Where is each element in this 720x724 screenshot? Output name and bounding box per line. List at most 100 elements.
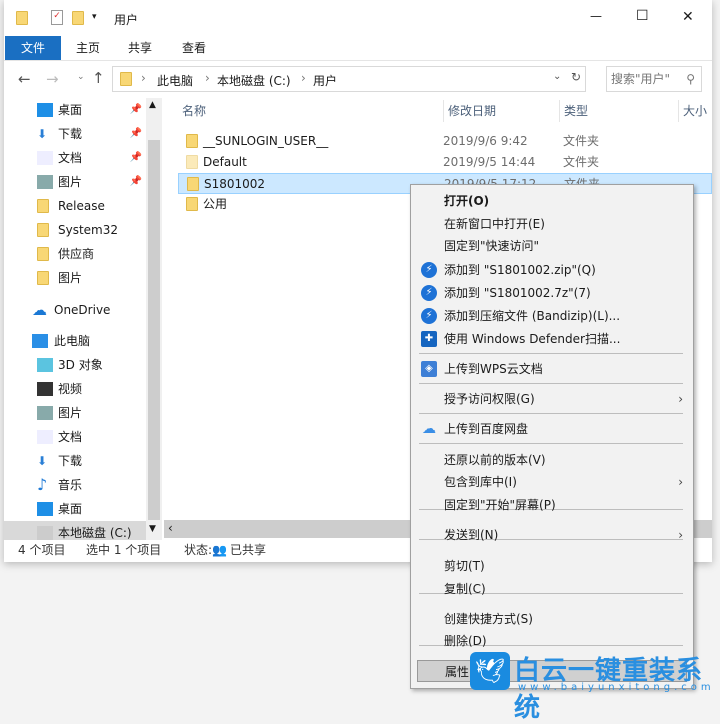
- pin-icon[interactable]: 📌: [130, 170, 142, 194]
- pin-icon[interactable]: 📌: [130, 146, 142, 170]
- menu-item-label: 使用 Windows Defender扫描...: [444, 332, 621, 346]
- menu-item[interactable]: 固定到"开始"屏幕(P): [411, 494, 693, 516]
- menu-item[interactable]: 发送到(N) ›: [411, 524, 693, 546]
- tab-share[interactable]: 共享: [120, 36, 160, 60]
- sidebar-scrollbar[interactable]: ▲ ▼: [146, 98, 162, 540]
- sidebar-item[interactable]: 视频: [4, 377, 146, 401]
- title-bar: ✓ ▾ 用户 — ☐ ✕: [4, 0, 712, 36]
- menu-item[interactable]: ⚡ 添加到 "S1801002.7z"(7): [411, 282, 693, 304]
- sidebar-item[interactable]: 本地磁盘 (C:): [4, 521, 146, 540]
- menu-item[interactable]: ⚡ 添加到 "S1801002.zip"(Q): [411, 259, 693, 281]
- file-type: 文件夹: [563, 134, 600, 148]
- back-button[interactable]: ←: [18, 70, 31, 88]
- forward-button[interactable]: →: [46, 70, 59, 88]
- sidebar-item[interactable]: 桌面: [4, 497, 146, 521]
- breadcrumb-c-drive[interactable]: 本地磁盘 (C:): [217, 72, 291, 89]
- sidebar-item[interactable]: System32: [4, 218, 146, 242]
- pictures-icon: [37, 175, 53, 189]
- sidebar-item[interactable]: 此电脑: [4, 329, 146, 353]
- properties-icon[interactable]: ✓: [51, 10, 63, 25]
- folder-icon: [37, 199, 49, 213]
- tab-file[interactable]: 文件: [5, 36, 61, 60]
- minimize-button[interactable]: —: [590, 9, 602, 23]
- desktop-icon: [37, 502, 53, 516]
- breadcrumb-separator: ›: [205, 71, 210, 85]
- menu-item[interactable]: ✚ 使用 Windows Defender扫描...: [411, 328, 693, 350]
- address-bar[interactable]: › 此电脑 › 本地磁盘 (C:) › 用户 ⌄ ↻: [112, 66, 586, 92]
- selected-count: 选中 1 个项目: [86, 543, 162, 557]
- menu-item-label: 上传到WPS云文档: [444, 362, 543, 376]
- menu-item[interactable]: 删除(D): [411, 630, 693, 652]
- menu-item-label: 添加到压缩文件 (Bandizip)(L)...: [444, 309, 621, 323]
- breadcrumb-this-pc[interactable]: 此电脑: [157, 72, 193, 89]
- menu-item[interactable]: ◈ 上传到WPS云文档: [411, 358, 693, 380]
- sidebar-item[interactable]: ☁ OneDrive: [4, 298, 146, 322]
- menu-item[interactable]: 固定到"快速访问": [411, 235, 693, 257]
- column-name[interactable]: 名称: [182, 100, 206, 122]
- column-type[interactable]: 类型: [559, 100, 588, 122]
- tab-view[interactable]: 查看: [174, 36, 214, 60]
- baidu-icon: ☁: [422, 421, 436, 437]
- scroll-down[interactable]: ▼: [149, 524, 156, 534]
- sidebar-item[interactable]: ⬇ 下载: [4, 449, 146, 473]
- sidebar-item[interactable]: 供应商: [4, 242, 146, 266]
- menu-item-label: 授予访问权限(G): [444, 392, 535, 406]
- column-date[interactable]: 修改日期: [443, 100, 496, 122]
- sidebar-item[interactable]: 3D 对象: [4, 353, 146, 377]
- pin-icon[interactable]: 📌: [130, 98, 142, 122]
- search-placeholder: 搜索"用户": [611, 72, 671, 86]
- sidebar-item[interactable]: 图片: [4, 266, 146, 290]
- file-row[interactable]: __SUNLOGIN_USER__ 2019/9/6 9:42 文件夹: [178, 131, 712, 152]
- menu-item[interactable]: 包含到库中(I) ›: [411, 471, 693, 493]
- sidebar-item[interactable]: 桌面 📌: [4, 98, 146, 122]
- customize-qat-icon[interactable]: ▾: [92, 12, 97, 22]
- sidebar-item-label: 下载: [58, 127, 83, 141]
- sidebar-item-label: 桌面: [58, 502, 83, 516]
- sidebar-item[interactable]: 图片 📌: [4, 170, 146, 194]
- sidebar-item-label: 供应商: [58, 247, 95, 261]
- sidebar-item[interactable]: 文档: [4, 425, 146, 449]
- onedrive-icon: ☁: [32, 301, 47, 319]
- scroll-left[interactable]: ‹: [168, 521, 173, 535]
- refresh-icon[interactable]: ↻: [571, 70, 581, 84]
- recent-dropdown[interactable]: ⌄: [77, 72, 85, 82]
- up-button[interactable]: ↑: [92, 69, 105, 87]
- download-icon: ⬇: [37, 127, 48, 141]
- menu-item[interactable]: 打开(O): [411, 190, 693, 212]
- menu-item[interactable]: ☁ 上传到百度网盘: [411, 418, 693, 440]
- bandizip-icon: ⚡: [421, 262, 437, 278]
- sidebar-item-label: Release: [58, 199, 105, 213]
- sidebar-item[interactable]: 文档 📌: [4, 146, 146, 170]
- scrollbar-thumb[interactable]: [148, 140, 160, 520]
- sidebar-item[interactable]: Release: [4, 194, 146, 218]
- sidebar-item[interactable]: ♪ 音乐: [4, 473, 146, 497]
- search-input[interactable]: 搜索"用户" ⚲: [606, 66, 702, 92]
- menu-item-label: 创建快捷方式(S): [444, 612, 533, 626]
- breadcrumb-users[interactable]: 用户: [313, 72, 337, 89]
- menu-item-label: 剪切(T): [444, 559, 485, 573]
- close-button[interactable]: ✕: [682, 9, 694, 25]
- folder-icon: [37, 271, 49, 285]
- menu-item[interactable]: 授予访问权限(G) ›: [411, 388, 693, 410]
- tab-home[interactable]: 主页: [68, 36, 108, 60]
- sidebar-item-label: OneDrive: [54, 303, 111, 317]
- menu-item[interactable]: 复制(C): [411, 578, 693, 600]
- maximize-button[interactable]: ☐: [636, 8, 649, 24]
- address-dropdown[interactable]: ⌄: [553, 71, 561, 82]
- new-folder-icon[interactable]: [72, 11, 84, 25]
- file-name: S1801002: [204, 177, 266, 191]
- pin-icon[interactable]: 📌: [130, 122, 142, 146]
- menu-item[interactable]: ⚡ 添加到压缩文件 (Bandizip)(L)...: [411, 305, 693, 327]
- file-row[interactable]: Default 2019/9/5 14:44 文件夹: [178, 152, 712, 173]
- menu-item[interactable]: 创建快捷方式(S): [411, 608, 693, 630]
- column-size[interactable]: 大小: [678, 100, 707, 122]
- sidebar-item-label: 文档: [58, 151, 83, 165]
- scroll-up[interactable]: ▲: [149, 100, 156, 110]
- menu-item[interactable]: 在新窗口中打开(E): [411, 213, 693, 235]
- menu-item[interactable]: 剪切(T): [411, 555, 693, 577]
- sidebar-item[interactable]: 图片: [4, 401, 146, 425]
- 3d-icon: [37, 358, 53, 372]
- submenu-arrow-icon: ›: [678, 528, 683, 542]
- sidebar-item[interactable]: ⬇ 下载 📌: [4, 122, 146, 146]
- menu-item[interactable]: 还原以前的版本(V): [411, 449, 693, 471]
